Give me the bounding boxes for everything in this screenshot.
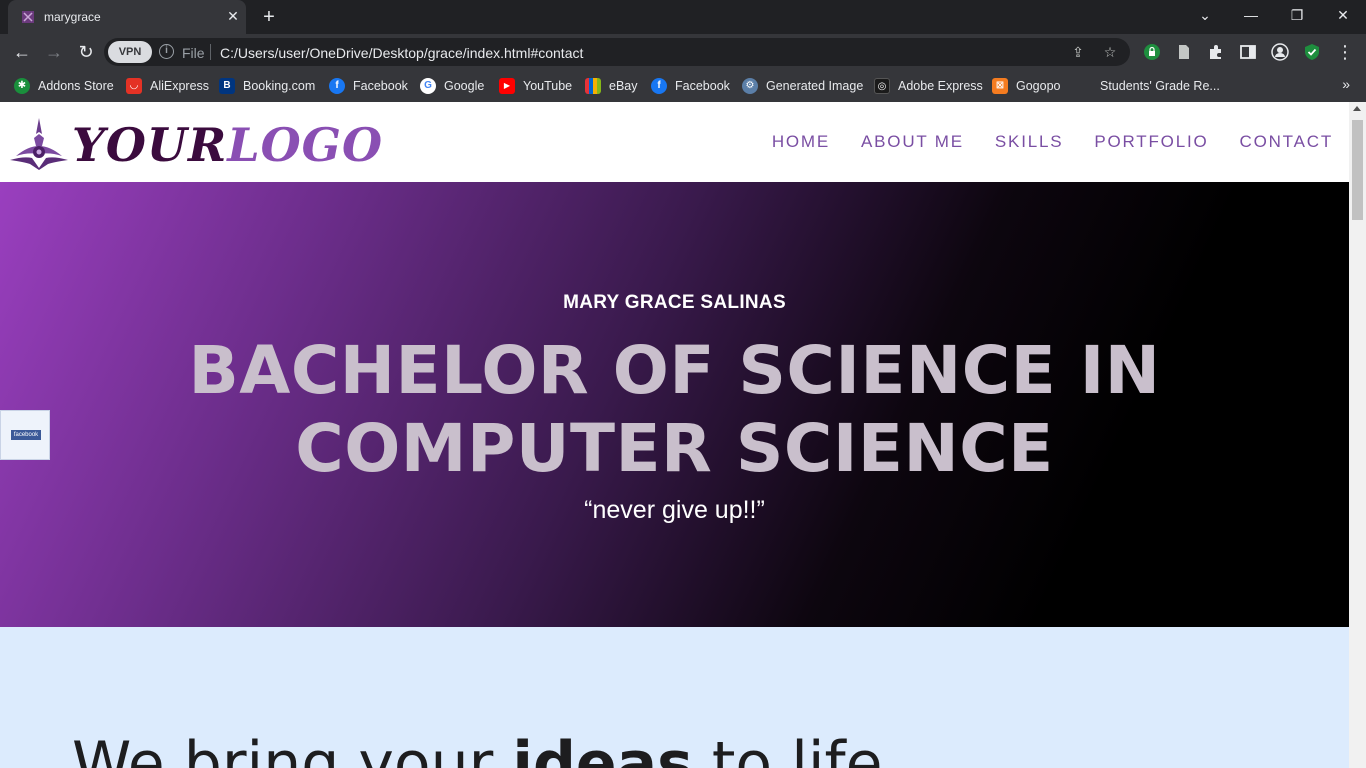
nav-skills[interactable]: SKILLS	[995, 132, 1063, 152]
browser-tab[interactable]: marygrace ✕	[8, 0, 246, 34]
tab-search-icon[interactable]: ⌄	[1182, 0, 1228, 30]
new-tab-button[interactable]: +	[258, 6, 280, 28]
ebay-icon	[585, 78, 601, 94]
facebook-icon: f	[329, 78, 345, 94]
bookmark-booking[interactable]: B Booking.com	[219, 76, 315, 96]
hero-quote: “never give up!!”	[584, 496, 765, 524]
bookmark-facebook[interactable]: f Facebook	[329, 76, 408, 96]
scrollbar-thumb[interactable]	[1352, 120, 1363, 220]
minimize-button[interactable]: —	[1228, 0, 1274, 30]
hero-title: BACHELOR OF SCIENCE IN COMPUTER SCIENCE	[188, 332, 1161, 487]
back-arrow-icon[interactable]: ←	[11, 41, 33, 63]
site-logo[interactable]: YOURLOGO	[8, 116, 382, 172]
url-text[interactable]: C:/Users/user/OneDrive/Desktop/grace/ind…	[220, 45, 583, 61]
browser-toolbar: ← → ↻ VPN i File C:/Users/user/OneDrive/…	[0, 34, 1366, 70]
scheme-label: File	[182, 45, 205, 61]
tagline-heading: We bring your ideas to life	[72, 729, 883, 768]
google-icon: G	[420, 78, 436, 94]
logo-emblem-icon	[10, 118, 68, 170]
adobe-express-icon: ◎	[874, 78, 890, 94]
page-scrollbar[interactable]	[1349, 102, 1366, 768]
bookmark-generated-image[interactable]: ⚙ Generated Image	[742, 76, 863, 96]
restore-button[interactable]: ❐	[1274, 0, 1320, 30]
tab-title: marygrace	[44, 10, 101, 24]
bookmark-google[interactable]: G Google	[420, 76, 484, 96]
shield-check-icon[interactable]	[1303, 43, 1321, 61]
bookmark-adobe-express[interactable]: ◎ Adobe Express	[874, 76, 983, 96]
facebook-share-widget[interactable]: facebook	[0, 410, 50, 460]
site-favicon-icon	[22, 11, 34, 23]
bookmark-star-icon[interactable]: ☆	[1102, 44, 1118, 60]
intro-section: We bring your ideas to life	[0, 627, 1349, 768]
profile-avatar-icon[interactable]	[1271, 43, 1289, 61]
page-viewport: YOURLOGO HOME ABOUT ME SKILLS PORTFOLIO …	[0, 102, 1366, 768]
vpn-lock-icon[interactable]	[1143, 43, 1161, 61]
addons-icon: ✱	[14, 78, 30, 94]
side-panel-icon[interactable]	[1239, 43, 1257, 61]
nav-contact[interactable]: CONTACT	[1240, 132, 1334, 152]
bookmark-aliexpress[interactable]: ◡ AliExpress	[126, 76, 209, 96]
nav-portfolio[interactable]: PORTFOLIO	[1094, 132, 1208, 152]
logo-wordmark: YOURLOGO	[72, 118, 384, 172]
nav-home[interactable]: HOME	[772, 132, 830, 152]
close-window-button[interactable]: ✕	[1320, 0, 1366, 30]
bookmark-students-grade[interactable]: Students' Grade Re...	[1100, 76, 1220, 96]
main-nav: HOME ABOUT ME SKILLS PORTFOLIO CONTACT	[772, 132, 1333, 152]
menu-kebab-icon[interactable]: ⋮	[1334, 41, 1356, 63]
facebook-badge: facebook	[11, 430, 41, 440]
bookmark-addons-store[interactable]: ✱ Addons Store	[14, 76, 114, 96]
forward-arrow-icon[interactable]: →	[43, 41, 65, 63]
address-bar[interactable]: VPN i File C:/Users/user/OneDrive/Deskto…	[104, 38, 1130, 66]
aliexpress-icon: ◡	[126, 78, 142, 94]
hero-section: MARY GRACE SALINAS BACHELOR OF SCIENCE I…	[0, 182, 1349, 627]
info-icon[interactable]: i	[159, 44, 174, 59]
gogopo-icon: ⊠	[992, 78, 1008, 94]
scroll-up-arrow-icon[interactable]	[1353, 106, 1361, 111]
bookmark-youtube[interactable]: ▶ YouTube	[499, 76, 572, 96]
bookmark-facebook-2[interactable]: f Facebook	[651, 76, 730, 96]
document-icon[interactable]	[1175, 43, 1193, 61]
site-header: YOURLOGO HOME ABOUT ME SKILLS PORTFOLIO …	[0, 102, 1349, 182]
share-icon[interactable]: ⇪	[1070, 44, 1086, 60]
hero-name: MARY GRACE SALINAS	[563, 292, 786, 313]
bookmark-ebay[interactable]: eBay	[585, 76, 638, 96]
generated-image-icon: ⚙	[742, 78, 758, 94]
facebook-icon: f	[651, 78, 667, 94]
booking-icon: B	[219, 78, 235, 94]
reload-icon[interactable]: ↻	[75, 41, 97, 63]
bookmarks-overflow-chevron-icon[interactable]: »	[1342, 76, 1350, 92]
bookmarks-bar: ✱ Addons Store ◡ AliExpress B Booking.co…	[0, 70, 1366, 102]
nav-about-me[interactable]: ABOUT ME	[861, 132, 964, 152]
extensions-puzzle-icon[interactable]	[1207, 43, 1225, 61]
close-tab-icon[interactable]: ✕	[224, 7, 242, 25]
tab-strip: marygrace ✕ + ⌄ — ❐ ✕	[0, 0, 1366, 34]
url-divider	[210, 44, 211, 60]
bookmark-gogopo[interactable]: ⊠ Gogopo	[992, 76, 1060, 96]
vpn-badge[interactable]: VPN	[108, 41, 152, 63]
youtube-icon: ▶	[499, 78, 515, 94]
